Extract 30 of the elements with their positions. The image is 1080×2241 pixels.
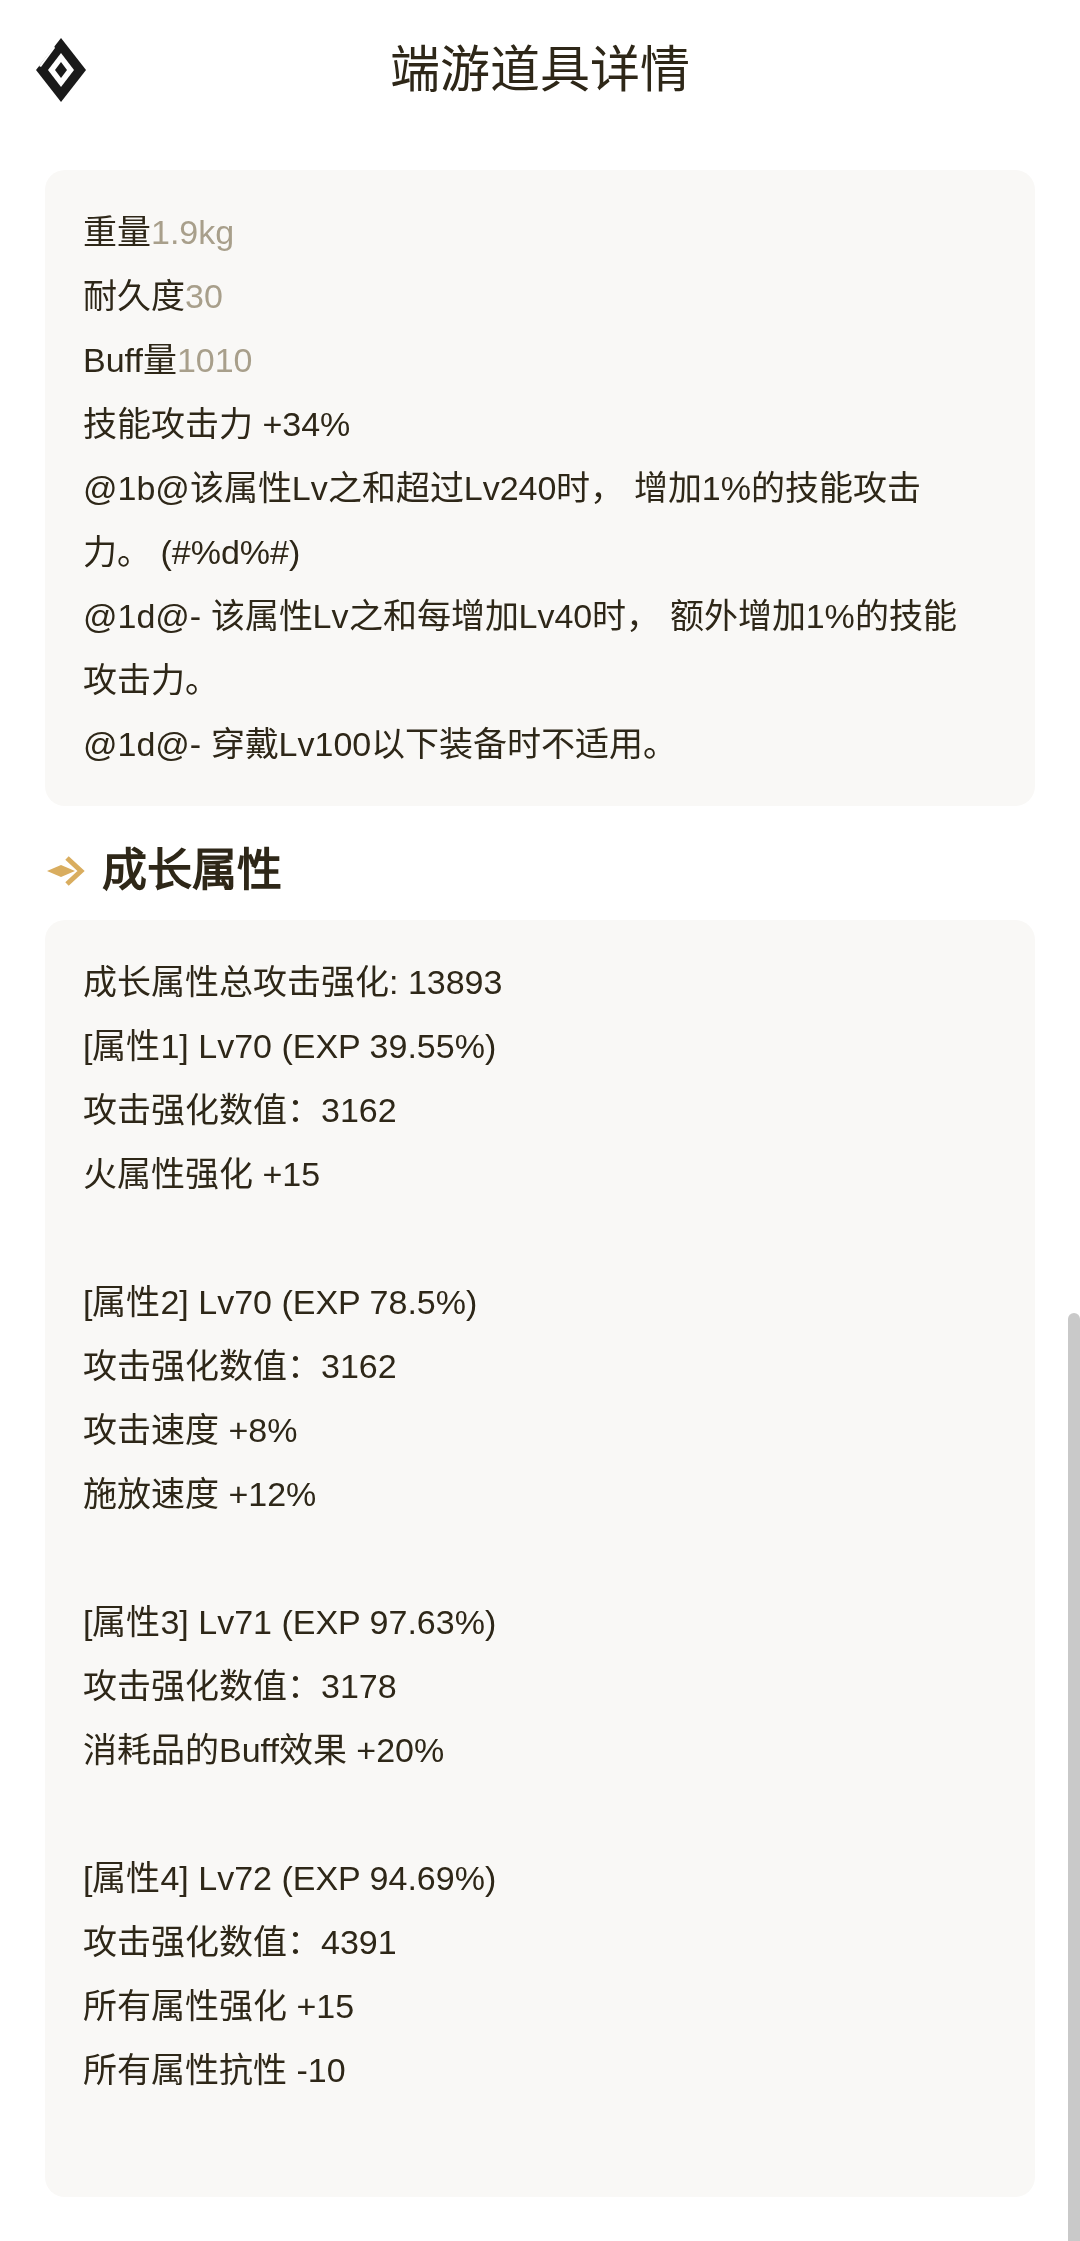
- summary-text: 成长属性总攻击强化: 13893: [83, 962, 504, 1003]
- attribute-text: 所有属性抗性 -10: [83, 2050, 347, 2091]
- attribute-text: 攻击强化数值：3162: [83, 1090, 398, 1131]
- page-title: 端游道具详情: [390, 42, 690, 98]
- attribute-text: [属性2] Lv70 (EXP 78.5%): [83, 1282, 479, 1323]
- attribute-value: 30: [185, 277, 223, 315]
- attribute-text: 攻击速度 +8%: [83, 1410, 299, 1451]
- logo-icon: [36, 38, 86, 102]
- attribute-text: [属性1] Lv70 (EXP 39.55%): [83, 1026, 498, 1067]
- attribute-text: 攻击强化数值：3162: [83, 1346, 398, 1387]
- attribute-text: 攻击强化数值：4391: [83, 1922, 398, 1963]
- attribute-text: 所有属性强化 +15: [83, 1986, 356, 2027]
- attribute-label: 耐久度: [83, 277, 185, 315]
- attribute-value: 1.9kg: [151, 213, 235, 251]
- attribute-text: [属性4] Lv72 (EXP 94.69%): [83, 1858, 498, 1899]
- attribute-text: 攻击强化数值：3178: [83, 1666, 398, 1707]
- attribute-value: 1010: [176, 341, 253, 379]
- attribute-text: 火属性强化 +15: [83, 1154, 322, 1195]
- description-text: 技能攻击力 +34%: [83, 404, 352, 445]
- description-text: @1d@- 穿戴Lv100以下装备时不适用。: [83, 724, 679, 765]
- scrollbar-thumb[interactable]: [1068, 1313, 1080, 2241]
- attribute-text: 施放速度 +12%: [83, 1474, 318, 1515]
- section-title: 成长属性: [102, 846, 282, 896]
- attribute-text: [属性3] Lv71 (EXP 97.63%): [83, 1602, 498, 1643]
- arrow-icon: [47, 853, 87, 889]
- attribute-label: 重量: [83, 213, 151, 251]
- description-text: @1d@- 该属性Lv之和每增加Lv40时， 额外增加1%的技能攻击力。: [83, 596, 958, 701]
- attribute-text: 消耗品的Buff效果 +20%: [83, 1730, 446, 1771]
- attribute-label: Buff量: [83, 341, 177, 379]
- description-text: @1b@该属性Lv之和超过Lv240时， 增加1%的技能攻击力。 (#%d%#): [83, 468, 922, 573]
